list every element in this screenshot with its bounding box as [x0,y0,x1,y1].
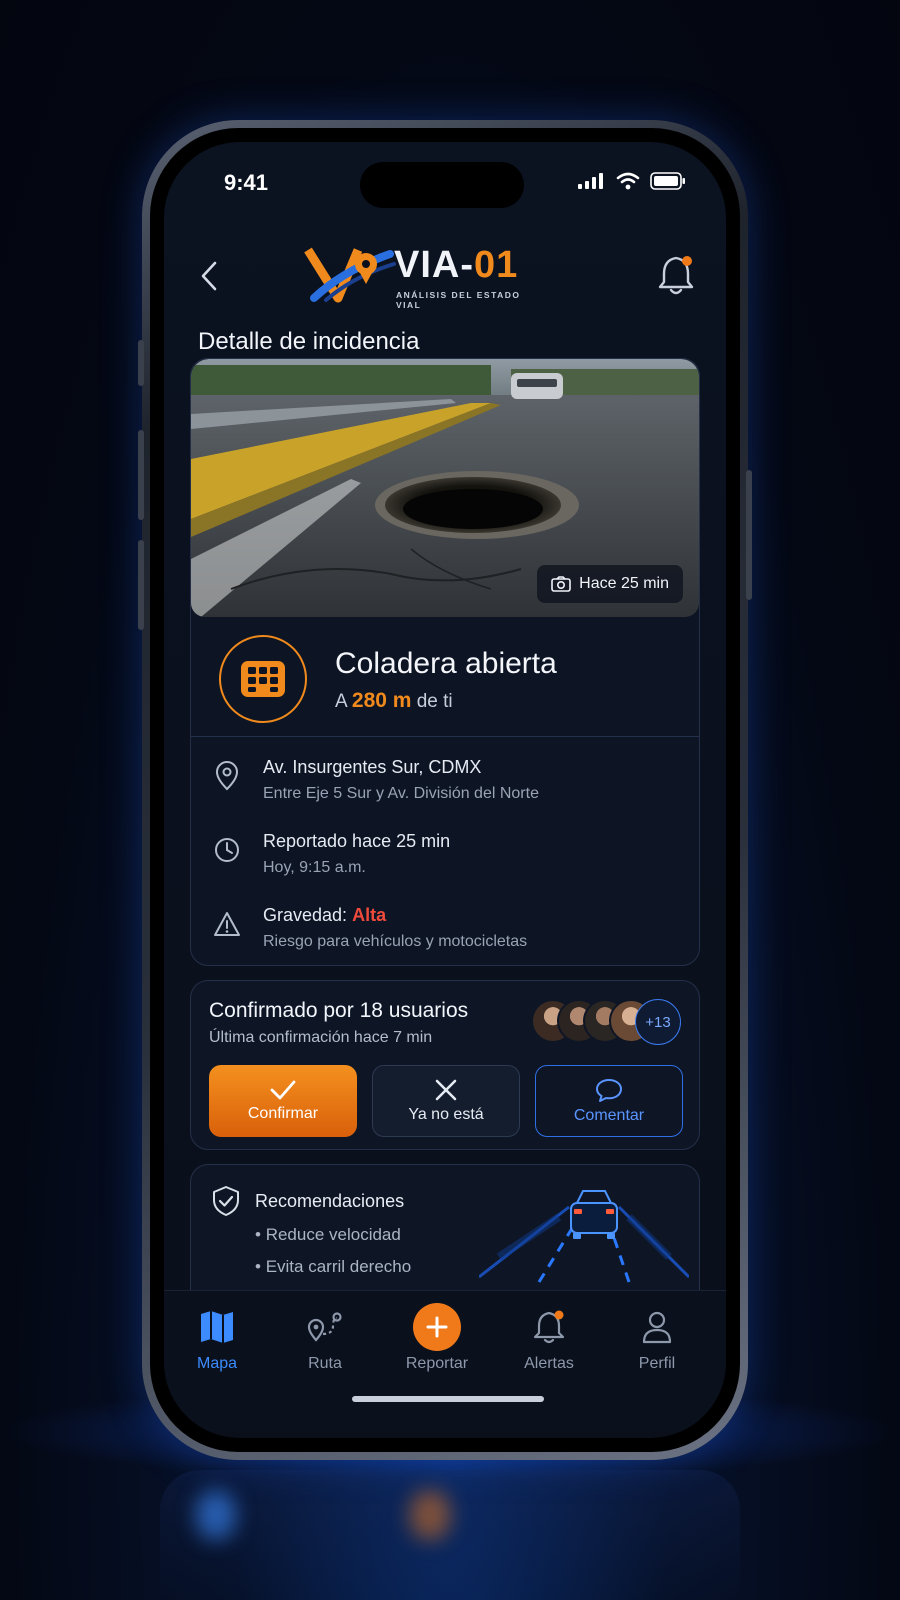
detail-severity: Gravedad: Alta Riesgo para vehículos y m… [191,899,699,965]
not-there-button-label: Ya no está [408,1106,484,1123]
tab-perfil-label: Perfil [638,1355,676,1372]
location-address: Av. Insurgentes Sur, CDMX [263,757,482,777]
user-icon [642,1311,672,1344]
distance-prefix: A [335,691,347,712]
dynamic-island [360,162,524,208]
photo-timestamp-label: Hace 25 min [579,575,669,592]
bottom-tab-bar: Mapa Ruta Reportar Alertas Perfil [164,1290,726,1432]
check-icon [270,1080,296,1100]
tab-alertas-label: Alertas [524,1355,574,1372]
status-icons [578,172,686,190]
camera-icon [551,576,571,592]
logo-wordmark-main: VIA- [394,244,474,286]
confirmation-card: Confirmado por 18 usuarios Última confir… [190,980,700,1150]
recommendations-title: Recomendaciones [255,1191,405,1211]
bell-icon [533,1310,565,1344]
not-there-button[interactable]: Ya no está [372,1065,520,1137]
incident-type-badge [219,635,307,723]
severity-label: Gravedad: [263,905,348,925]
app-screen: 9:41 VIA-01 ANÁLISIS DEL ESTADO VIAL Det… [164,142,726,1438]
recommendation-item: • Reduce velocidad [255,1225,401,1244]
confirmation-title: Confirmado por 18 usuarios [209,999,469,1022]
incident-photo[interactable]: Hace 25 min [191,359,699,617]
confirmers-avatars[interactable]: +13 [531,999,681,1045]
tab-perfil[interactable]: Perfil [612,1305,702,1385]
incident-distance: A 280 m de ti [335,689,453,713]
confirm-button[interactable]: Confirmar [209,1065,357,1137]
map-icon [201,1311,233,1343]
page-title: Detalle de incidencia [198,328,420,355]
incident-title: Coladera abierta [335,647,557,680]
volume-up-button [138,430,144,520]
distance-suffix: de ti [416,691,453,712]
status-time: 9:41 [224,170,269,195]
phone-bezel: 9:41 VIA-01 ANÁLISIS DEL ESTADO VIAL Det… [150,128,740,1452]
back-button[interactable] [194,256,224,296]
more-confirmers-count: +13 [635,999,681,1045]
tab-alertas[interactable]: Alertas [504,1305,594,1385]
close-icon [435,1079,457,1101]
app-header: VIA-01 ANÁLISIS DEL ESTADO VIAL [164,240,726,310]
logo-mark-icon [304,247,396,303]
incident-card: Hace 25 min Coladera abierta A 280 m de … [190,358,700,966]
incident-header: Coladera abierta A 280 m de ti [191,617,699,737]
severity-description: Riesgo para vehículos y motocicletas [263,933,528,950]
logo-subtitle: ANÁLISIS DEL ESTADO VIAL [396,290,521,310]
chevron-left-icon [201,261,217,291]
wifi-icon [616,172,640,190]
notifications-button[interactable] [656,254,696,296]
tab-mapa[interactable]: Mapa [172,1305,262,1385]
manhole-grate-icon [241,661,285,697]
logo-wordmark: VIA-01 [394,244,518,287]
clock-icon [215,838,239,862]
comment-button[interactable]: Comentar [535,1065,683,1137]
tab-reportar[interactable]: Reportar [392,1303,482,1385]
reported-datetime: Hoy, 9:15 a.m. [263,859,366,876]
battery-icon [650,172,685,190]
location-cross-streets: Entre Eje 5 Sur y Av. División del Norte [263,785,539,802]
shield-check-icon [213,1186,239,1216]
warning-triangle-icon [214,912,240,936]
distance-value: 280 m [351,689,412,712]
home-indicator[interactable] [352,1396,544,1402]
phone-frame: 9:41 VIA-01 ANÁLISIS DEL ESTADO VIAL Det… [138,120,752,1460]
comment-button-label: Comentar [573,1107,645,1124]
route-icon [307,1312,342,1342]
volume-down-button [138,540,144,630]
tab-reportar-label: Reportar [405,1355,469,1372]
recommendation-text: Evita carril derecho [265,1257,412,1276]
tab-ruta-label: Ruta [308,1355,342,1372]
app-logo: VIA-01 ANÁLISIS DEL ESTADO VIAL [304,240,544,310]
photo-timestamp: Hace 25 min [537,565,683,603]
speech-bubble-icon [596,1079,622,1102]
notification-badge [682,256,692,266]
detail-location: Av. Insurgentes Sur, CDMX Entre Eje 5 Su… [191,751,699,821]
power-button [746,470,752,600]
car-on-road-illustration [479,1190,689,1283]
report-button[interactable] [413,1303,461,1351]
confirmation-subtitle: Última confirmación hace 7 min [209,1029,433,1046]
signal-icon [578,173,603,189]
reported-time: Reportado hace 25 min [263,831,451,851]
detail-reported: Reportado hace 25 min Hoy, 9:15 a.m. [191,825,699,895]
tab-mapa-label: Mapa [196,1355,238,1372]
logo-wordmark-accent: 01 [474,244,519,286]
tab-ruta[interactable]: Ruta [280,1305,370,1385]
recommendation-text: Reduce velocidad [265,1225,401,1244]
confirm-button-label: Confirmar [247,1105,319,1122]
severity-line: Gravedad: Alta [263,905,386,926]
location-pin-icon [215,761,239,791]
action-button [138,340,144,386]
severity-value: Alta [352,905,387,925]
recommendation-item: • Evita carril derecho [255,1257,412,1276]
plus-icon [426,1316,448,1338]
phone-reflection [160,1470,740,1600]
